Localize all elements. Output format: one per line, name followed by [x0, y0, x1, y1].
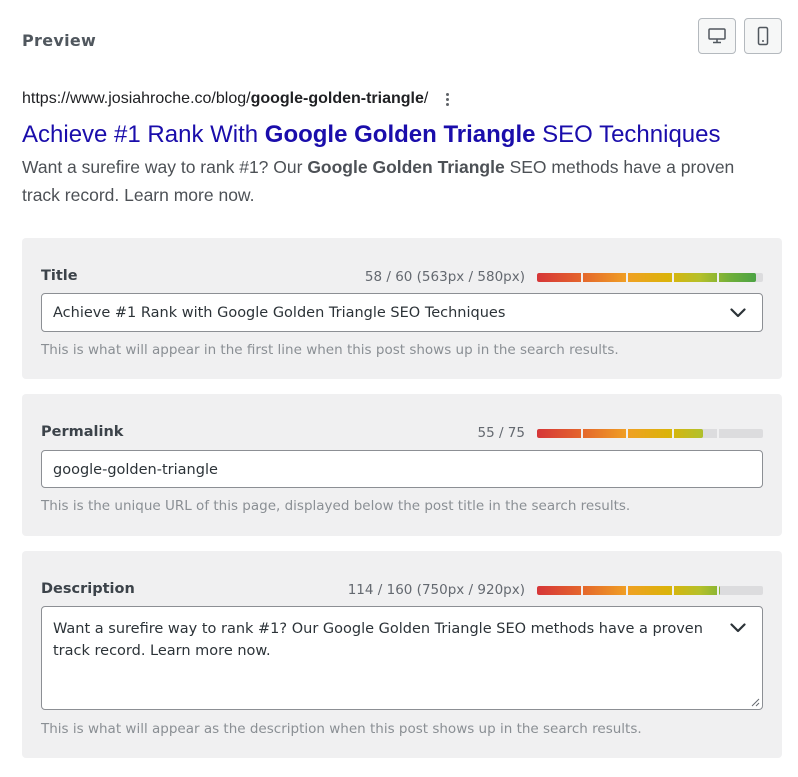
meter-segment-divider — [716, 273, 719, 282]
meter-fill — [537, 586, 721, 595]
desktop-icon — [708, 28, 726, 44]
serp-desc-keyword: Google Golden Triangle — [307, 157, 505, 177]
description-counter: 114 / 160 (750px / 920px) — [347, 582, 525, 598]
serp-title-part: Achieve #1 Rank With — [22, 121, 265, 148]
serp-description: Want a surefire way to rank #1? Our Goog… — [22, 153, 762, 209]
serp-url-slug: google-golden-triangle — [250, 90, 424, 107]
description-textarea-value: Want a surefire way to rank #1? Our Goog… — [53, 621, 703, 659]
meter-segment-divider — [671, 586, 674, 595]
title-input[interactable]: Achieve #1 Rank with Google Golden Trian… — [41, 293, 763, 332]
chevron-down-icon[interactable] — [730, 623, 746, 633]
permalink-counter: 55 / 75 — [477, 425, 526, 441]
description-length-meter — [537, 586, 763, 595]
meter-segment-divider — [626, 429, 629, 438]
meter-fill — [537, 429, 703, 438]
permalink-help-text: This is the unique URL of this page, dis… — [41, 498, 631, 514]
title-help-text: This is what will appear in the first li… — [41, 342, 619, 358]
meter-segment-divider — [581, 586, 584, 595]
description-help-text: This is what will appear as the descript… — [41, 721, 642, 737]
serp-title-keyword: Google Golden Triangle — [264, 121, 536, 148]
preview-header: Preview — [22, 18, 782, 56]
permalink-input[interactable]: google-golden-triangle — [41, 450, 763, 488]
meter-segment-divider — [671, 429, 674, 438]
permalink-label: Permalink — [41, 424, 124, 440]
meter-segment-divider — [626, 586, 629, 595]
mobile-preview-button[interactable] — [744, 18, 782, 54]
serp-title[interactable]: Achieve #1 Rank With Google Golden Trian… — [22, 120, 762, 150]
meter-segment-divider — [716, 429, 719, 438]
meter-segment-divider — [581, 273, 584, 282]
permalink-input-value: google-golden-triangle — [53, 462, 218, 478]
serp-desc-part: Want a surefire way to rank #1? Our — [22, 157, 308, 177]
resize-grip-icon[interactable] — [750, 697, 760, 707]
title-panel: Title 58 / 60 (563px / 580px) Achieve #1… — [22, 238, 782, 379]
meter-fill — [537, 273, 757, 282]
serp-url-suffix: / — [423, 90, 429, 107]
desktop-preview-button[interactable] — [698, 18, 736, 54]
mobile-icon — [757, 26, 769, 46]
description-textarea[interactable]: Want a surefire way to rank #1? Our Goog… — [41, 606, 763, 710]
permalink-panel: Permalink 55 / 75 google-golden-triangle… — [22, 394, 782, 536]
permalink-length-meter — [537, 429, 763, 438]
title-counter: 58 / 60 (563px / 580px) — [364, 269, 525, 285]
meter-segment-divider — [671, 273, 674, 282]
device-toggle-group — [698, 18, 782, 54]
more-vertical-icon[interactable] — [442, 91, 453, 108]
title-length-meter — [537, 273, 763, 282]
description-label: Description — [41, 581, 135, 597]
meter-segment-divider — [716, 586, 719, 595]
chevron-down-icon[interactable] — [730, 308, 746, 318]
meter-segment-divider — [626, 273, 629, 282]
meter-segment-divider — [581, 429, 584, 438]
serp-url-prefix: https://www.josiahroche.co/blog/ — [22, 90, 251, 107]
serp-title-part: SEO Techniques — [535, 121, 721, 148]
serp-url: https://www.josiahroche.co/blog/google-g… — [22, 88, 762, 110]
title-input-value: Achieve #1 Rank with Google Golden Trian… — [53, 305, 506, 321]
title-label: Title — [41, 268, 78, 284]
serp-preview: https://www.josiahroche.co/blog/google-g… — [22, 88, 762, 209]
description-panel: Description 114 / 160 (750px / 920px) Wa… — [22, 551, 782, 758]
preview-heading: Preview — [22, 31, 97, 50]
